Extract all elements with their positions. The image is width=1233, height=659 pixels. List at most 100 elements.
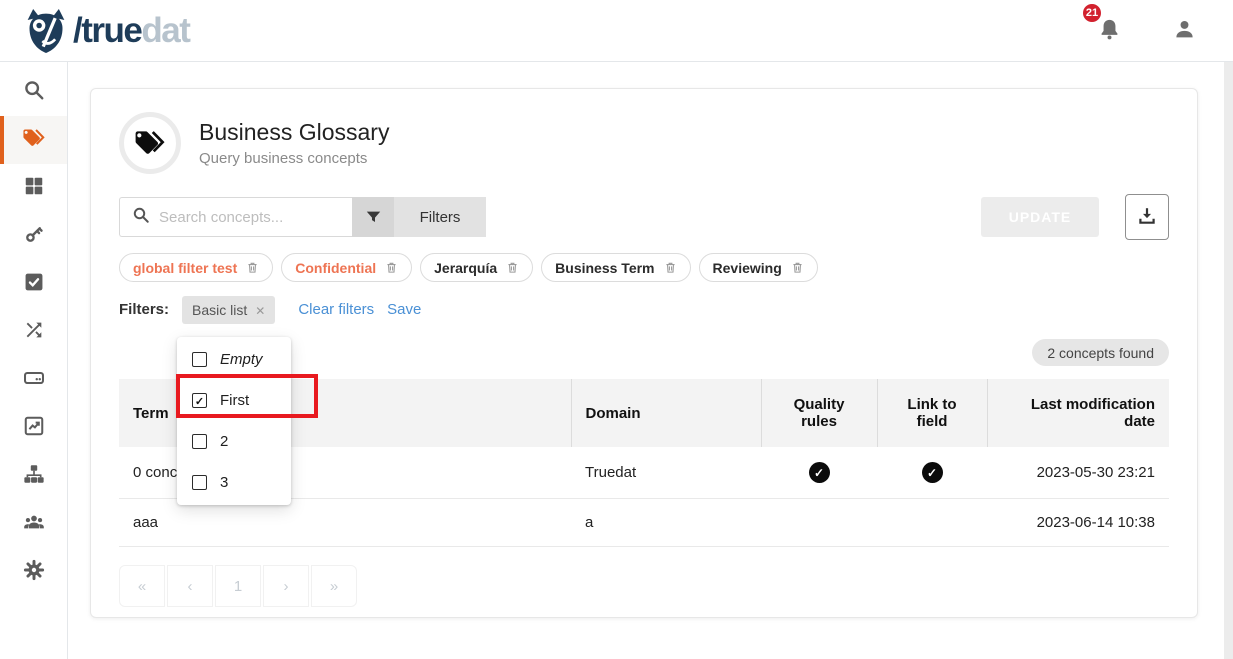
dropdown-option-empty[interactable]: Empty — [177, 339, 291, 380]
cell-quality-rules — [761, 447, 877, 499]
drive-icon — [23, 367, 45, 394]
trash-icon[interactable] — [385, 261, 398, 274]
business-glossary-card: Business Glossary Query business concept… — [90, 88, 1198, 618]
results-count-badge: 2 concepts found — [1032, 339, 1169, 366]
check-badge-icon — [922, 462, 943, 483]
page-last-button[interactable]: » — [311, 565, 357, 607]
search-icon — [23, 79, 45, 106]
filters-button-label: Filters — [394, 197, 486, 237]
dropdown-option-2[interactable]: 2 — [177, 421, 291, 462]
cell-quality-rules — [761, 499, 877, 547]
cell-domain: a — [571, 499, 761, 547]
sidebar-item-search[interactable] — [0, 68, 67, 116]
save-filter-link[interactable]: Save — [387, 301, 421, 318]
notification-count-badge: 21 — [1081, 2, 1103, 24]
checkbox-checked-icon[interactable] — [192, 393, 207, 408]
cell-last-modification: 2023-05-30 23:21 — [987, 447, 1169, 499]
page-subtitle: Query business concepts — [199, 150, 389, 167]
users-group-icon — [23, 511, 45, 538]
chip-confidential[interactable]: Confidential — [281, 253, 412, 282]
bell-icon — [1097, 17, 1122, 45]
chip-jerarquia[interactable]: Jerarquía — [420, 253, 533, 282]
filter-options-dropdown: Empty First 2 3 — [177, 337, 291, 505]
user-menu-button[interactable] — [1168, 13, 1201, 49]
card-header: Business Glossary Query business concept… — [119, 111, 1169, 175]
app-shell: Business Glossary Query business concept… — [0, 62, 1233, 659]
cell-domain: Truedat — [571, 447, 761, 499]
page-first-button[interactable]: « — [119, 565, 165, 607]
checkbox-icon[interactable] — [192, 434, 207, 449]
hierarchy-icon — [23, 463, 45, 490]
trash-icon[interactable] — [506, 261, 519, 274]
saved-filters-bar: Filters: Basic list Clear filters Save — [119, 296, 1169, 323]
main-content: Business Glossary Query business concept… — [68, 62, 1233, 659]
column-link-to-field: Link to field — [877, 379, 987, 447]
sidebar-item-taxonomy[interactable] — [0, 452, 67, 500]
truedat-logo[interactable]: /truedat — [24, 8, 189, 54]
dropdown-option-first[interactable]: First — [177, 380, 291, 421]
download-icon — [1136, 205, 1158, 230]
grid-icon — [23, 175, 45, 202]
wordmark: /truedat — [73, 13, 189, 48]
clear-filters-link[interactable]: Clear filters — [298, 301, 374, 318]
table-row[interactable]: aaa a 2023-06-14 10:38 — [119, 499, 1169, 547]
search-input[interactable] — [159, 209, 344, 226]
page-prev-button[interactable]: ‹ — [167, 565, 213, 607]
update-button[interactable]: UPDATE — [981, 197, 1099, 237]
shuffle-icon — [23, 319, 45, 346]
trash-icon[interactable] — [791, 261, 804, 274]
download-button[interactable] — [1125, 194, 1169, 240]
filter-chips: global filter test Confidential Jerarquí… — [119, 253, 1169, 282]
toolbar: Filters UPDATE — [119, 197, 1169, 237]
checkbox-icon[interactable] — [192, 352, 207, 367]
active-filter-chip[interactable]: Basic list — [182, 296, 275, 324]
pagination: « ‹ 1 › » — [119, 565, 357, 607]
trash-icon[interactable] — [664, 261, 677, 274]
cell-term: aaa — [119, 499, 571, 547]
sidebar-item-data-sources[interactable] — [0, 356, 67, 404]
page-number-button[interactable]: 1 — [215, 565, 261, 607]
dropdown-option-3[interactable]: 3 — [177, 462, 291, 503]
filters-button[interactable]: Filters — [352, 197, 486, 237]
scrollbar[interactable] — [1224, 62, 1233, 659]
key-icon — [23, 223, 45, 250]
page-title: Business Glossary — [199, 119, 389, 146]
cell-link-to-field — [877, 499, 987, 547]
top-header: /truedat 21 — [0, 0, 1233, 62]
notifications-button[interactable]: 21 — [1093, 13, 1126, 49]
column-quality-rules: Quality rules — [761, 379, 877, 447]
sidebar-item-permissions[interactable] — [0, 212, 67, 260]
sidebar-item-dashboards[interactable] — [0, 164, 67, 212]
toolbar-actions: UPDATE — [981, 194, 1169, 240]
sidebar-item-analytics[interactable] — [0, 404, 67, 452]
chip-business-term[interactable]: Business Term — [541, 253, 690, 282]
search-box — [119, 197, 352, 237]
page-next-button[interactable]: › — [263, 565, 309, 607]
chart-icon — [23, 415, 45, 442]
check-badge-icon — [809, 462, 830, 483]
sidebar — [0, 62, 68, 659]
column-domain: Domain — [571, 379, 761, 447]
app-root: /truedat 21 — [0, 0, 1233, 659]
cell-last-modification: 2023-06-14 10:38 — [987, 499, 1169, 547]
user-icon — [1172, 17, 1197, 45]
sidebar-item-quality[interactable] — [0, 260, 67, 308]
sidebar-item-lineage[interactable] — [0, 308, 67, 356]
topbar-actions: 21 — [1093, 13, 1207, 49]
sidebar-item-users[interactable] — [0, 500, 67, 548]
checkbox-icon[interactable] — [192, 475, 207, 490]
tags-icon — [23, 127, 45, 154]
glossary-circle-icon — [119, 112, 181, 174]
cell-link-to-field — [877, 447, 987, 499]
chip-reviewing[interactable]: Reviewing — [699, 253, 818, 282]
sidebar-item-settings[interactable] — [0, 548, 67, 596]
chip-global-filter-test[interactable]: global filter test — [119, 253, 273, 282]
gear-icon — [23, 559, 45, 586]
trash-icon[interactable] — [246, 261, 259, 274]
close-icon[interactable] — [255, 302, 265, 318]
search-icon — [132, 206, 150, 229]
column-last-modification-date: Last modification date — [987, 379, 1169, 447]
funnel-icon — [352, 197, 394, 237]
check-square-icon — [23, 271, 45, 298]
sidebar-item-business-glossary[interactable] — [0, 116, 67, 164]
